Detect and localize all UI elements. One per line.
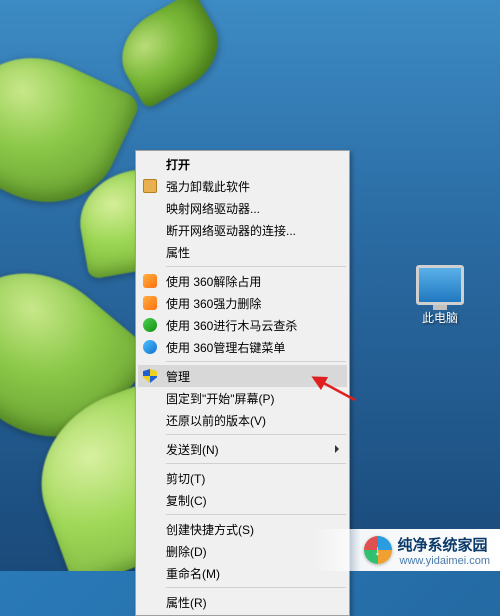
- menu-separator: [166, 266, 346, 267]
- menu-360-unlock[interactable]: 使用 360解除占用: [138, 270, 347, 292]
- desktop-this-pc-icon[interactable]: 此电脑: [410, 265, 470, 326]
- menu-separator: [166, 361, 346, 362]
- menu-360-manage-context[interactable]: 使用 360管理右键菜单: [138, 336, 347, 358]
- watermark-logo-icon: [364, 536, 392, 564]
- 360-manage-icon: [142, 339, 158, 355]
- menu-properties-bottom[interactable]: 属性(R): [138, 591, 347, 613]
- watermark-brand: 纯净系统家园: [398, 534, 490, 555]
- menu-separator: [166, 587, 346, 588]
- watermark-url: www.yidaimei.com: [400, 555, 490, 567]
- menu-manage[interactable]: 管理: [138, 365, 347, 387]
- menu-disconnect-network-drive[interactable]: 断开网络驱动器的连接...: [138, 219, 347, 241]
- menu-uninstall[interactable]: 强力卸载此软件: [138, 175, 347, 197]
- menu-separator: [166, 514, 346, 515]
- 360-delete-icon: [142, 295, 158, 311]
- chevron-right-icon: [335, 445, 339, 453]
- menu-send-to[interactable]: 发送到(N): [138, 438, 347, 460]
- watermark: 纯净系统家园 www.yidaimei.com: [314, 529, 500, 571]
- desktop-icon-label: 此电脑: [410, 309, 470, 326]
- 360-unlock-icon: [142, 273, 158, 289]
- menu-pin-to-start[interactable]: 固定到"开始"屏幕(P): [138, 387, 347, 409]
- menu-copy[interactable]: 复制(C): [138, 489, 347, 511]
- menu-restore-previous-versions[interactable]: 还原以前的版本(V): [138, 409, 347, 431]
- 360-scan-icon: [142, 317, 158, 333]
- menu-separator: [166, 463, 346, 464]
- menu-360-force-delete[interactable]: 使用 360强力删除: [138, 292, 347, 314]
- menu-cut[interactable]: 剪切(T): [138, 467, 347, 489]
- menu-properties-top[interactable]: 属性: [138, 241, 347, 263]
- menu-360-trojan-scan[interactable]: 使用 360进行木马云查杀: [138, 314, 347, 336]
- menu-separator: [166, 434, 346, 435]
- shield-icon: [142, 368, 158, 384]
- menu-map-network-drive[interactable]: 映射网络驱动器...: [138, 197, 347, 219]
- computer-icon: [416, 265, 464, 305]
- menu-open[interactable]: 打开: [138, 153, 347, 175]
- uninstall-icon: [142, 178, 158, 194]
